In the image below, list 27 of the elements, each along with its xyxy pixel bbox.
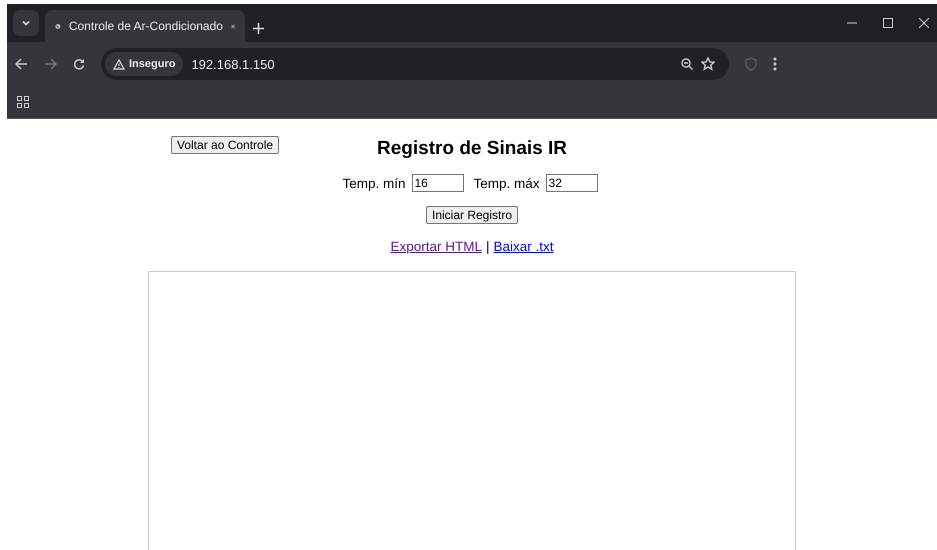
new-tab-button[interactable]	[253, 23, 264, 34]
close-icon[interactable]	[919, 18, 929, 28]
chevron-down-icon	[21, 18, 31, 28]
link[interactable]: Exportar HTML	[390, 239, 482, 254]
zoom-icon[interactable]	[681, 58, 693, 70]
address-text[interactable]: 192.168.1.150	[191, 56, 673, 72]
link[interactable]: Baixar .txt	[494, 239, 554, 254]
input-field[interactable]: 32	[546, 174, 598, 192]
tab-title: Controle de Ar-Condicionado	[68, 19, 223, 33]
maximize-icon[interactable]	[883, 18, 893, 28]
field-label: Temp. mín	[342, 176, 406, 190]
security-badge[interactable]: Inseguro	[105, 52, 184, 76]
page-title: Registro de Sinais IR	[376, 138, 568, 160]
apps-grid-icon[interactable]	[17, 96, 29, 108]
back-button[interactable]: Voltar ao Controle	[171, 136, 280, 154]
start-button[interactable]: Iniciar Registro	[426, 206, 518, 224]
separator: |	[486, 239, 490, 254]
star-icon[interactable]	[701, 57, 715, 71]
field-label: Temp. máx	[474, 176, 540, 190]
forward-arrow-icon[interactable]	[44, 58, 57, 70]
reload-icon[interactable]	[73, 58, 85, 70]
back-arrow-icon[interactable]	[15, 58, 28, 70]
warning-icon	[113, 58, 125, 70]
tab-search-button[interactable]	[13, 10, 39, 36]
input-field[interactable]: 16	[412, 174, 464, 192]
browser-tab[interactable]: Controle de Ar-Condicionado	[45, 10, 245, 42]
menu-icon[interactable]	[773, 57, 777, 71]
